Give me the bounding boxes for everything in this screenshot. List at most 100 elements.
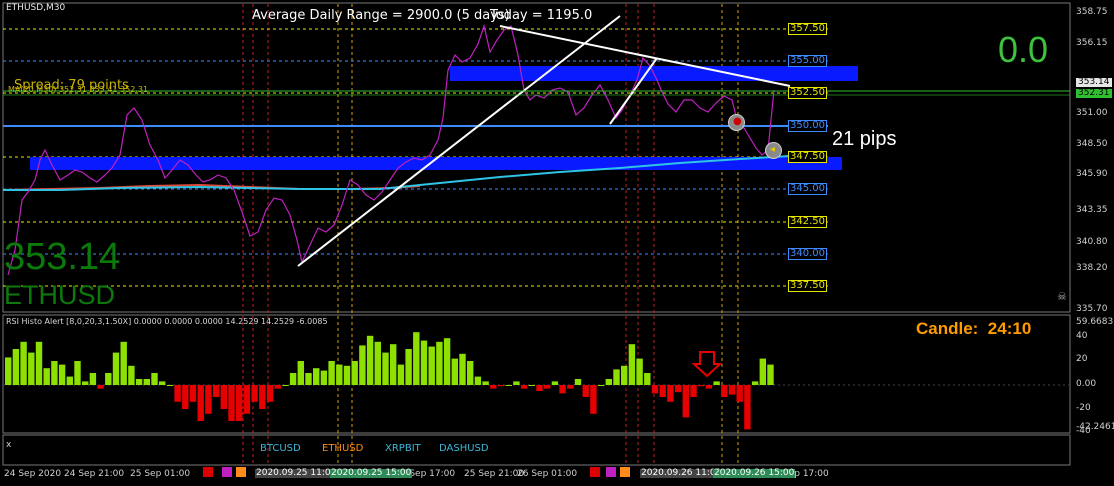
rsi-bar <box>397 364 405 385</box>
rsi-bar <box>251 385 258 402</box>
rsi-bar <box>536 385 543 391</box>
level-label: 345.00 <box>788 183 827 195</box>
rsi-bar <box>305 373 312 385</box>
rsi-bar <box>320 370 328 385</box>
time-tick-label: 24 Sep 21:00 <box>64 469 125 479</box>
close-indicator-icon[interactable]: x <box>6 441 11 450</box>
rsi-bar <box>551 381 559 385</box>
zero-value-label: 0.0 <box>998 29 1049 70</box>
candle-label: Candle: <box>916 319 979 338</box>
rsi-bar <box>597 385 605 386</box>
rsi-bar <box>35 341 43 385</box>
level-label: 347.50 <box>788 151 827 163</box>
rsi-bar <box>128 365 135 385</box>
hover-marker-icon[interactable]: ● <box>728 114 745 131</box>
rsi-bar <box>451 358 458 385</box>
rsi-bar <box>436 341 443 385</box>
price-tick-label: 345.90 <box>1076 169 1108 179</box>
rsi-bar <box>413 332 420 385</box>
price-tick-label: 352.31 <box>1076 88 1112 98</box>
rsi-bar <box>721 385 728 397</box>
period-marker-label: 2020.09.26 11:00 <box>640 468 723 478</box>
tab-xrpbit[interactable]: XRPBIT <box>385 443 421 454</box>
rsi-bar <box>58 364 66 385</box>
rsi-bar <box>621 365 628 385</box>
candle-timer: Candle: 24:10 <box>916 320 1031 337</box>
rsi-bar <box>528 385 535 386</box>
rsi-bar <box>159 381 166 385</box>
rsi-bar <box>174 385 181 402</box>
rsi-bar <box>43 368 50 385</box>
time-tick-label: 26 Sep 01:00 <box>517 469 578 479</box>
tab-ethusd[interactable]: ETHUSD <box>322 443 363 454</box>
period-marker <box>236 467 246 477</box>
rsi-tick-label: -42.2461 <box>1076 422 1114 432</box>
rsi-bar <box>274 385 281 389</box>
price-tick-label: 353.14 <box>1076 77 1112 87</box>
level-label: 355.00 <box>788 55 827 67</box>
rsi-bar <box>674 385 682 393</box>
rsi-tick-label: 59.6683 <box>1076 317 1114 327</box>
period-marker <box>222 467 232 477</box>
rsi-bar <box>490 385 497 389</box>
rsi-bar <box>574 379 582 385</box>
rsi-bar <box>74 361 81 385</box>
tab-dashusd[interactable]: DASHUSD <box>439 443 489 454</box>
rsi-bar <box>644 373 651 385</box>
rsi-bar <box>728 385 736 395</box>
rsi-bar <box>266 385 274 402</box>
rsi-bar <box>759 358 766 385</box>
rsi-panel[interactable] <box>2 314 1071 434</box>
time-tick-label: 24 Sep 2020 <box>4 469 62 479</box>
rsi-bar <box>428 346 435 385</box>
level-label: 350.00 <box>788 120 827 132</box>
rsi-bar <box>698 385 705 387</box>
time-tick-label: 25 Sep 01:00 <box>130 469 191 479</box>
rsi-bar <box>351 361 358 385</box>
rsi-bar <box>120 341 127 385</box>
rsi-tick-label: -20 <box>1076 403 1091 413</box>
candle-time: 24:10 <box>987 319 1032 338</box>
price-tick-label: 343.35 <box>1076 205 1108 215</box>
rsi-bar <box>89 373 97 385</box>
period-marker-label: 2020.09.26 15:00 <box>713 468 796 478</box>
chart-canvas[interactable] <box>0 0 1114 486</box>
level-label: 337.50 <box>788 280 827 292</box>
rsi-bar <box>243 385 251 414</box>
rsi-bar <box>713 381 720 385</box>
today-range-text: Today = 1195.0 <box>490 8 593 23</box>
rsi-bar <box>459 353 466 385</box>
rsi-bar <box>767 364 774 385</box>
rsi-tick-label: 0.00 <box>1076 379 1097 389</box>
tab-btcusd[interactable]: BTCUSD <box>260 443 301 454</box>
rsi-bar <box>690 385 697 397</box>
adr-text: Average Daily Range = 2900.0 (5 days) <box>252 8 510 23</box>
rsi-bar <box>143 379 150 385</box>
rsi-bar <box>659 385 666 397</box>
rsi-bar <box>220 385 227 409</box>
rsi-bar <box>228 385 235 421</box>
rsi-bar <box>582 385 589 397</box>
rsi-bar <box>651 385 659 394</box>
rsi-tick-label: 20 <box>1076 354 1088 364</box>
rsi-bar <box>343 365 351 385</box>
rsi-bar <box>405 349 412 385</box>
rsi-bar <box>212 385 220 397</box>
rsi-bar <box>359 345 366 385</box>
chart-title: ETHUSD,M30 <box>6 3 66 13</box>
rsi-bar <box>97 385 104 389</box>
rsi-bar <box>82 381 89 385</box>
rsi-bar <box>474 376 482 385</box>
pips-label: 21 pips <box>832 128 897 150</box>
rsi-bar <box>736 385 743 402</box>
rsi-bar <box>382 352 389 385</box>
hover-marker-icon[interactable]: ◂ <box>765 142 782 159</box>
rsi-bar <box>66 376 73 385</box>
rsi-bar <box>443 338 451 385</box>
price-tick-label: 351.00 <box>1076 108 1108 118</box>
price-tick-label: 358.75 <box>1076 7 1108 17</box>
rsi-bar <box>297 361 304 385</box>
rsi-bar <box>682 385 689 418</box>
rsi-bar <box>12 349 20 385</box>
rsi-bar <box>520 385 528 389</box>
